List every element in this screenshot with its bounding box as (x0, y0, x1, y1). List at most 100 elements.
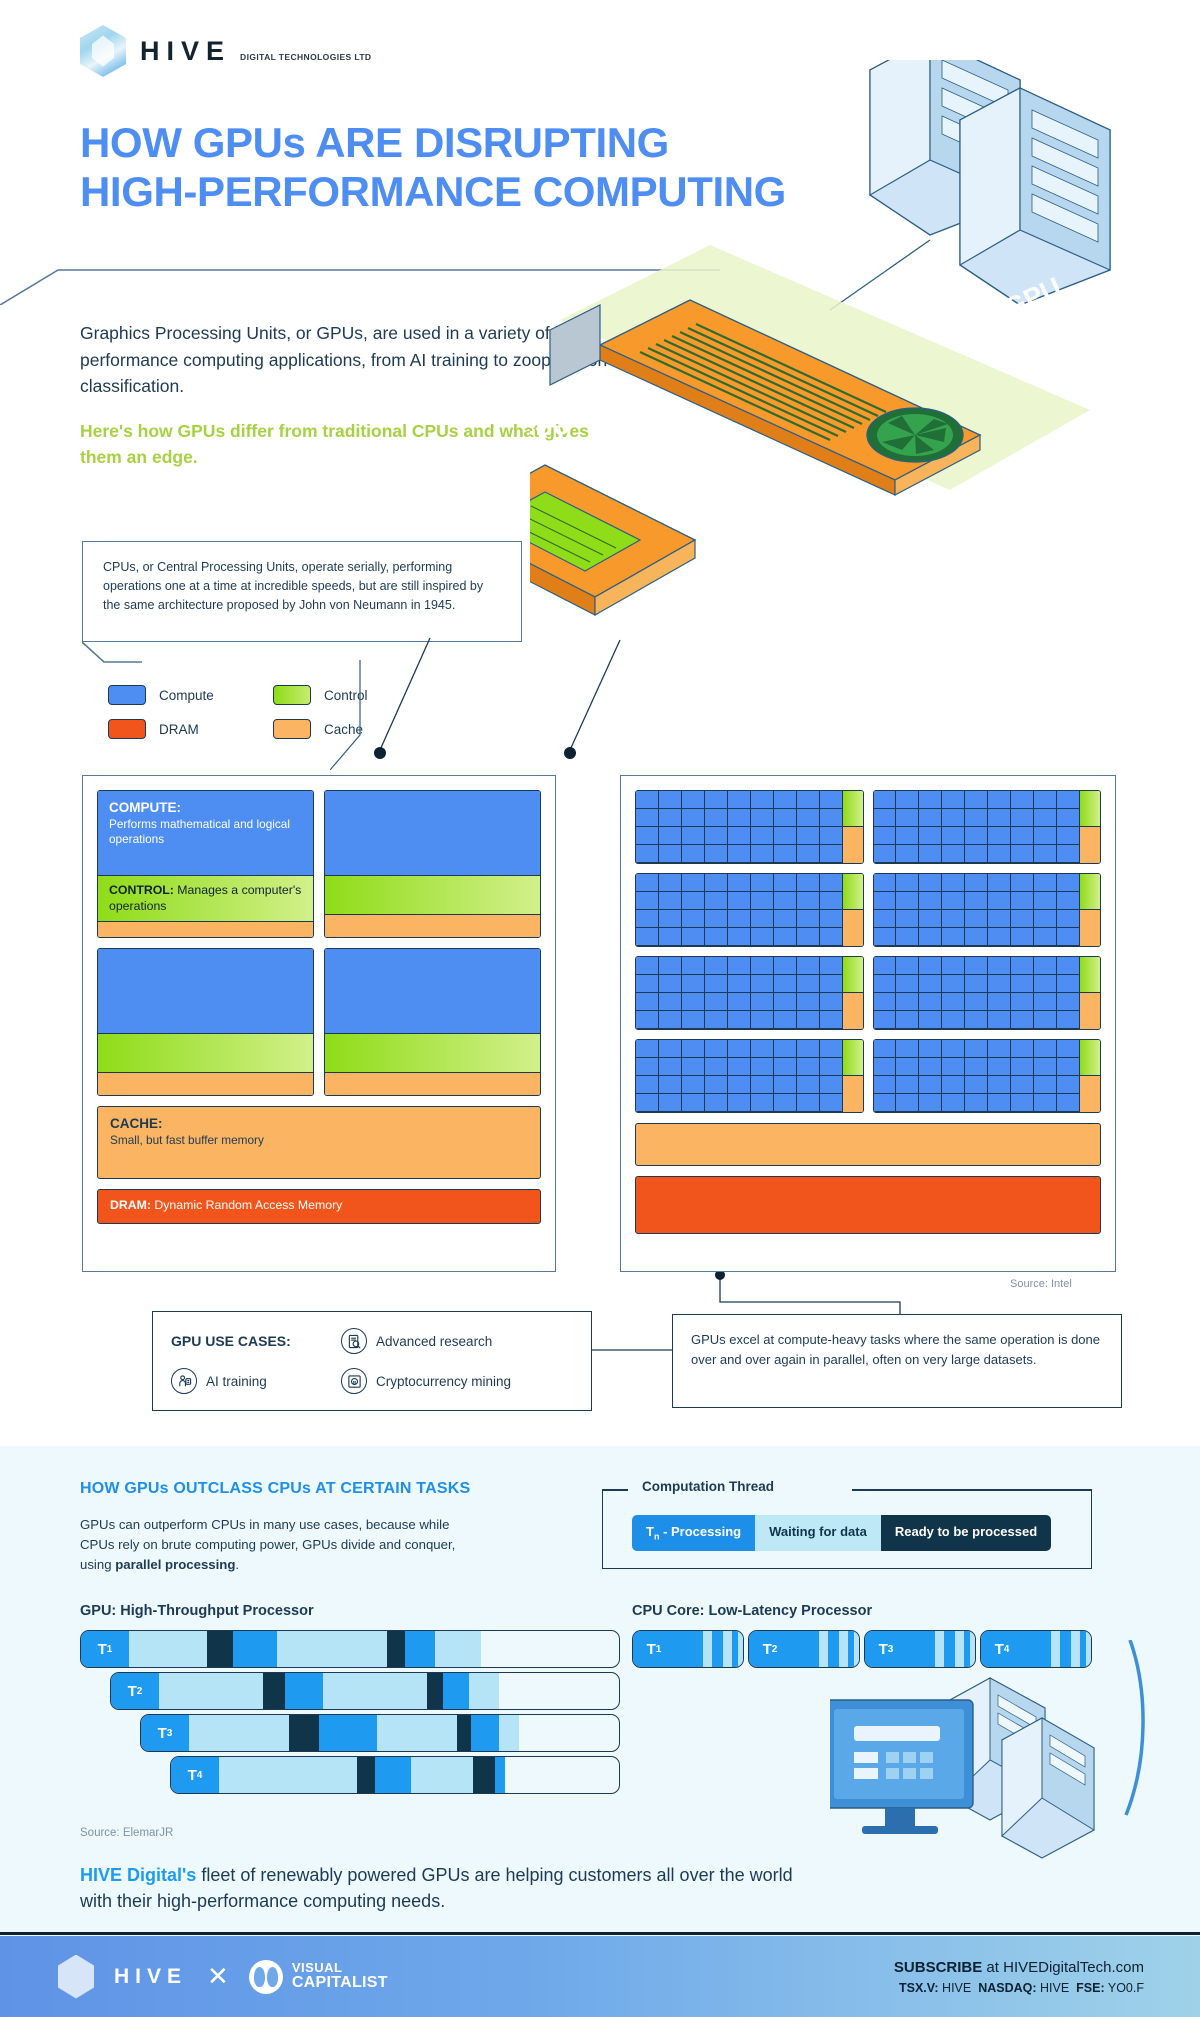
gpu-cache-strip (842, 910, 863, 946)
gpu-control-strip (842, 957, 863, 993)
thread-segment-processing (405, 1631, 435, 1667)
gpu-core-cells (873, 874, 1080, 946)
gpu-sm-side (1080, 1040, 1100, 1112)
cpu-compute-desc: Performs mathematical and logical operat… (109, 816, 290, 847)
use-case-label-ai-training: AI training (206, 1373, 267, 1389)
cpu-thread-label: T2 (749, 1631, 791, 1667)
thread-segment-ready (357, 1757, 375, 1793)
vc-line2: CAPITALIST (291, 1973, 388, 1991)
gpu-control-strip (1080, 1040, 1100, 1076)
server-rack-group (829, 60, 1111, 311)
gpu-cache-bar (635, 1123, 1101, 1166)
use-case-advanced-research: Advanced research (341, 1328, 492, 1354)
gpu-control-strip (842, 1040, 863, 1076)
subscribe-line: SUBSCRIBE at HIVEDigitalTech.com (894, 1959, 1144, 1976)
ticker-exchange-0: TSX.V: (898, 1980, 939, 1995)
gpu-cache-strip (842, 993, 863, 1029)
gpu-sm-block (872, 1039, 1101, 1113)
gpu-sm-block (635, 956, 864, 1030)
cpu-illustration-label: CPU (530, 410, 575, 458)
gpu-core-cells (636, 1040, 843, 1112)
gpu-timeline: T1 T2 T3 T4 (80, 1630, 620, 1798)
lower-copy-bold: parallel processing (115, 1557, 236, 1573)
legend-label-compute: Compute (159, 687, 214, 703)
cpu-thread-segment-waiting (723, 1631, 733, 1667)
thread-segment-processing (471, 1715, 499, 1751)
gpu-sm-side (842, 1040, 863, 1112)
thread-segment-ready (207, 1631, 233, 1667)
thread-segment-ready (473, 1757, 495, 1793)
gpu-core-cells (873, 791, 1080, 863)
cpu-thread-segment-processing (712, 1631, 723, 1667)
cpu-compute-block (98, 949, 313, 1033)
gpu-sm-side (842, 874, 863, 946)
cpu-cache-bar: CACHE: Small, but fast buffer memory (97, 1106, 541, 1179)
hive-hex-logo-icon-footer (58, 1954, 94, 1999)
gpu-thread-label: T4 (171, 1757, 219, 1793)
subscribe-rest[interactable]: at HIVEDigitalTech.com (982, 1959, 1144, 1976)
computation-thread-title: Computation Thread (636, 1479, 780, 1494)
gpu-sm-block (872, 873, 1101, 947)
cpu-core-cache-strip (98, 1073, 313, 1095)
source-intel: Source: Intel (1010, 1278, 1072, 1290)
cpu-dram-bar: DRAM: Dynamic Random Access Memory (97, 1189, 541, 1224)
cpu-definition-text: CPUs, or Central Processing Units, opera… (103, 560, 484, 612)
gpu-sm-side (842, 957, 863, 1029)
gpu-sm-block (872, 956, 1101, 1030)
gpu-cache-strip (842, 1076, 863, 1112)
thread-segment-processing (233, 1631, 277, 1667)
cpu-core-cache-strip (325, 1073, 540, 1095)
gpu-dram-bar (635, 1176, 1101, 1234)
footer-hive-wordmark: HIVE (114, 1964, 188, 1988)
cpu-control-block: CONTROL: Manages a computer's operations (98, 875, 313, 923)
lower-section-copy: GPUs can outperform CPUs in many use cas… (80, 1515, 470, 1575)
thread-segment-waiting (219, 1757, 357, 1793)
hive-hex-logo-icon (80, 25, 126, 77)
closing-highlight: HIVE Digital's (80, 1865, 197, 1885)
gpu-architecture-diagram (620, 775, 1116, 1272)
cpu-pointer-dot (374, 747, 386, 759)
footer-cross-icon: ✕ (207, 1961, 229, 1991)
visual-capitalist-logo: VISUAL CAPITALIST (248, 1959, 388, 1994)
gpu-control-strip (1080, 791, 1100, 827)
thread-segment-processing (319, 1715, 377, 1751)
brand-tagline: DIGITAL TECHNOLOGIES LTD (240, 51, 372, 62)
brand-logo: HIVE DIGITAL TECHNOLOGIES LTD (80, 25, 371, 77)
gpu-thread-row: T2 (110, 1672, 620, 1710)
thread-segment-waiting (159, 1673, 263, 1709)
gpu-sm-side (842, 791, 863, 863)
legend-swatch-dram (108, 719, 146, 739)
cpu-control-block (98, 1033, 313, 1073)
thread-segment-waiting (129, 1631, 207, 1667)
cpu-thread-segment-waiting (737, 1631, 743, 1667)
cpu-core (324, 790, 541, 938)
gpu-sm-block (635, 1039, 864, 1113)
desktop-monitor (830, 1699, 974, 1834)
gpu-control-strip (842, 874, 863, 910)
ticker-symbol-2: YO0.F (1104, 1980, 1144, 1995)
thread-legend-processing: Tn - Processing (632, 1515, 756, 1551)
gpu-thread-row: T1 (80, 1630, 620, 1668)
ai-training-icon (171, 1368, 197, 1394)
document-search-icon (341, 1328, 367, 1354)
cpu-core-cache-strip (325, 915, 540, 937)
thread-segment-ready (387, 1631, 405, 1667)
server-tower-small-2 (1001, 1717, 1095, 1859)
gpu-control-strip (1080, 957, 1100, 993)
use-cases-heading: GPU USE CASES: (171, 1333, 291, 1349)
thread-segment-waiting (189, 1715, 289, 1751)
ticker-line: TSX.V: HIVE NASDAQ: HIVE FSE: YO0.F (894, 1981, 1144, 1995)
cpu-thread-label: T1 (633, 1631, 675, 1667)
cpu-thread-segment-waiting (703, 1631, 713, 1667)
cpu-core-cache-strip (98, 922, 313, 937)
thread-segment-ready (289, 1715, 319, 1751)
footer-divider (0, 1932, 1200, 1935)
vc-line1: VISUAL (291, 1960, 343, 1976)
legend-swatch-compute (108, 685, 146, 705)
ct-rule-right (852, 1489, 1092, 1491)
gpu-cache-strip (1080, 1076, 1100, 1112)
gpu-cache-strip (842, 827, 863, 863)
cpu-chip-illustration: CPU (530, 410, 697, 617)
cpu-compute-block (325, 791, 540, 875)
gpu-control-strip (1080, 874, 1100, 910)
